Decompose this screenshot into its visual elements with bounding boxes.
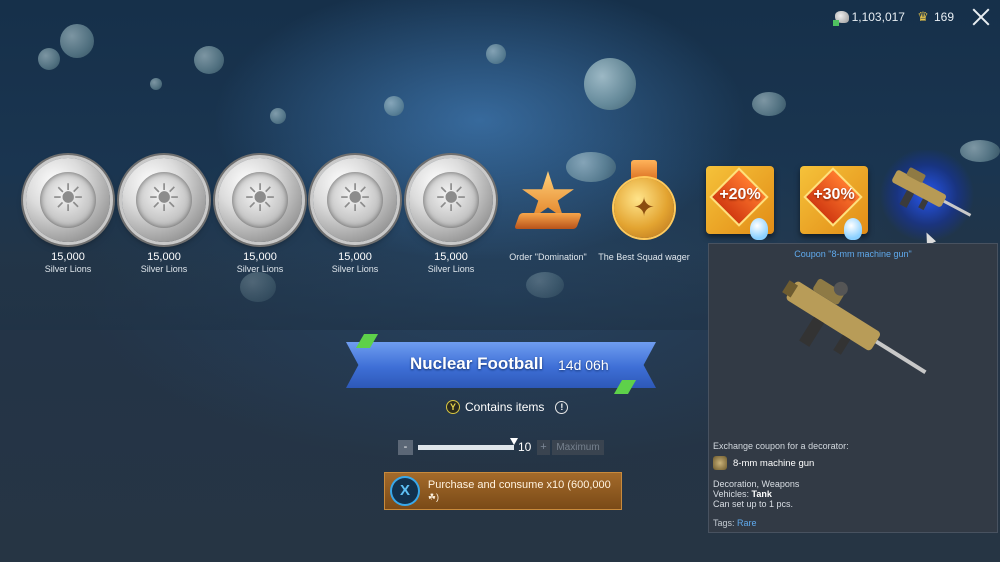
silver-lion-coin-icon: [218, 158, 302, 242]
silver-lion-icon: ☘): [427, 492, 439, 502]
golden-eagles-balance: ♛ 169: [915, 10, 954, 24]
silver-lion-coin-icon: [122, 158, 206, 242]
x-button-icon: X: [390, 476, 420, 506]
reward-label: Silver Lions: [140, 264, 188, 274]
y-button-icon: Y: [446, 400, 460, 414]
reward-amount: 15,000: [338, 251, 372, 263]
panel-limit: Can set up to 1 pcs.: [713, 499, 794, 509]
panel-tags-value[interactable]: Rare: [737, 518, 757, 528]
reward-item-coupon-20[interactable]: +20%: [706, 166, 774, 240]
reward-item-silver-lions[interactable]: 15,000 Silver Lions: [403, 155, 499, 275]
background-coin-decoration: [270, 108, 286, 124]
panel-title: Coupon "8-mm machine gun": [794, 249, 912, 259]
panel-category: Decoration, Weapons: [713, 479, 800, 489]
quantity-slider-fill: [418, 445, 514, 450]
purchase-label: Purchase and consume x10 (600,000☘): [428, 479, 621, 503]
background-coin-decoration: [486, 44, 506, 64]
quantity-maximum-button[interactable]: Maximum: [552, 440, 604, 455]
lightbulb-icon: [844, 218, 862, 240]
background-coin-decoration: [38, 48, 60, 70]
reward-item-order-domination[interactable]: Order "Domination": [500, 155, 596, 263]
purchase-button[interactable]: X Purchase and consume x10 (600,000☘): [384, 472, 622, 510]
reward-item-silver-lions[interactable]: 15,000 Silver Lions: [116, 155, 212, 275]
silver-lion-coin-icon: [26, 158, 110, 242]
order-star-icon: [514, 169, 582, 231]
close-button[interactable]: [972, 8, 990, 26]
quantity-slider-thumb[interactable]: [510, 438, 518, 445]
silver-lion-icon: [832, 11, 849, 26]
medal-icon: [611, 160, 677, 240]
coupon-percent: +30%: [813, 186, 855, 203]
event-timer: 14d 06h: [558, 357, 609, 373]
panel-vehicles: Vehicles: Tank: [713, 489, 772, 499]
quantity-decrease-button[interactable]: -: [398, 440, 413, 455]
reward-item-silver-lions[interactable]: 15,000 Silver Lions: [212, 155, 308, 275]
panel-tags-label: Tags:: [713, 518, 735, 528]
reward-item-coupon-30[interactable]: +30%: [800, 166, 868, 240]
background-coin-decoration: [584, 58, 636, 110]
panel-item-row: 8-mm machine gun: [713, 456, 814, 470]
silver-lions-balance: 1,103,017: [832, 10, 905, 26]
background-coin-decoration: [384, 96, 404, 116]
quantity-increase-button[interactable]: +: [537, 440, 550, 455]
golden-eagle-icon: ♛: [917, 9, 929, 24]
reward-label: Order "Domination": [509, 252, 587, 262]
purchase-label-text: Purchase and consume x10 (600,000: [427, 479, 611, 491]
quantity-value: 10: [518, 440, 532, 454]
currency-bar: 1,103,017 ♛ 169: [832, 8, 990, 26]
silver-lion-coin-icon: [409, 158, 493, 242]
item-details-panel: Coupon "8-mm machine gun" Exchange coupo…: [708, 243, 998, 533]
reward-item-silver-lions[interactable]: 15,000 Silver Lions: [20, 155, 116, 275]
machine-gun-preview-image: [782, 278, 927, 374]
lightbulb-icon: [750, 218, 768, 240]
panel-description: Exchange coupon for a decorator:: [713, 441, 849, 451]
panel-item-name: 8-mm machine gun: [733, 457, 815, 469]
coupon-percent: +20%: [719, 186, 761, 203]
panel-vehicles-label: Vehicles:: [713, 489, 750, 499]
contains-items-button[interactable]: Y Contains items !: [446, 400, 569, 414]
background-coin-decoration: [752, 92, 786, 116]
reward-label: Silver Lions: [331, 264, 379, 274]
reward-item-best-squad-wager[interactable]: The Best Squad wager: [596, 155, 692, 263]
machine-gun-icon: [713, 456, 727, 470]
reward-item-silver-lions[interactable]: 15,000 Silver Lions: [307, 155, 403, 275]
reward-label: Silver Lions: [44, 264, 92, 274]
contains-items-label: Contains items: [465, 400, 545, 414]
reward-item-machine-gun[interactable]: [877, 150, 977, 240]
reward-amount: 15,000: [51, 251, 85, 263]
machine-gun-icon: [892, 167, 972, 217]
background-coin-decoration: [150, 78, 162, 90]
golden-eagles-value: 169: [933, 10, 954, 24]
quantity-slider[interactable]: [418, 438, 518, 450]
info-icon[interactable]: !: [555, 400, 569, 414]
reward-amount: 15,000: [147, 251, 181, 263]
reward-label: The Best Squad wager: [598, 252, 690, 262]
silver-lions-value: 1,103,017: [851, 10, 905, 24]
background-coin-decoration: [194, 46, 224, 74]
reward-amount: 15,000: [243, 251, 277, 263]
panel-tags: Tags: Rare: [713, 518, 757, 528]
event-title: Nuclear Football: [410, 354, 544, 373]
reward-label: Silver Lions: [427, 264, 475, 274]
reward-label: Silver Lions: [236, 264, 284, 274]
silver-lion-coin-icon: [313, 158, 397, 242]
reward-amount: 15,000: [434, 251, 468, 263]
background-coin-decoration: [60, 24, 94, 58]
panel-vehicles-value: Tank: [751, 489, 772, 499]
